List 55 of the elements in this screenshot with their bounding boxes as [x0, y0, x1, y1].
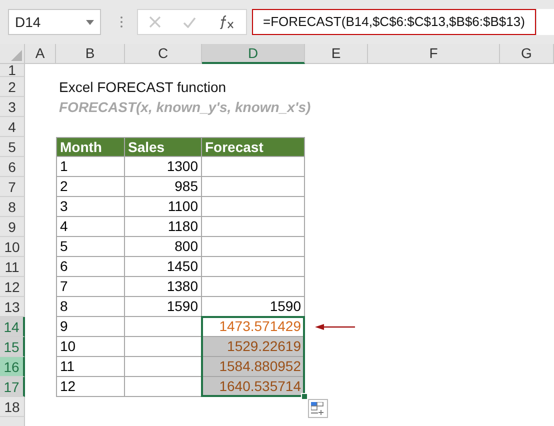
table-cell: 10	[56, 337, 125, 357]
function-syntax: FORECAST(x, known_y's, known_x's)	[58, 98, 312, 117]
table-cell: 4	[56, 217, 125, 237]
row-header[interactable]: 1	[0, 64, 25, 77]
arrow-icon	[315, 324, 355, 330]
row-header[interactable]: 7	[0, 177, 25, 197]
paste-options-icon[interactable]	[308, 399, 328, 418]
column-header[interactable]: A	[25, 44, 56, 64]
column-header[interactable]: G	[500, 44, 554, 64]
table-cell: 1	[56, 157, 125, 177]
column-header[interactable]: E	[305, 44, 368, 64]
column-header[interactable]: F	[368, 44, 500, 64]
row-header[interactable]: 11	[0, 257, 25, 277]
table-cell: 1584.880952	[202, 357, 305, 377]
table-cell: 11	[56, 357, 125, 377]
row-header[interactable]: 6	[0, 157, 25, 177]
cancel-icon[interactable]	[149, 16, 162, 28]
table-header-cell: Month	[56, 137, 125, 157]
formula-field[interactable]: =FORECAST(B14,$C$6:$C$13,$B$6:$B$13)	[252, 9, 536, 35]
column-header[interactable]: D	[202, 44, 305, 64]
row-header[interactable]: 8	[0, 197, 25, 217]
formula-bar-background	[537, 9, 554, 35]
table-cell: 3	[56, 197, 125, 217]
row-header[interactable]: 16	[0, 357, 25, 377]
table-cell: 5	[56, 237, 125, 257]
row-header[interactable]: 15	[0, 337, 25, 357]
column-header[interactable]: B	[56, 44, 125, 64]
table-cell: 1529.22619	[202, 337, 305, 357]
table-cell: 7	[56, 277, 125, 297]
select-all-icon[interactable]	[11, 50, 22, 61]
row-header[interactable]: 18	[0, 397, 25, 417]
table-cell: 2	[56, 177, 125, 197]
row-header[interactable]: 13	[0, 297, 25, 317]
drag-handle-icon[interactable]	[120, 16, 123, 28]
table-cell: 9	[56, 317, 125, 337]
function-icon[interactable]	[218, 15, 235, 29]
row-header[interactable]: 3	[0, 97, 25, 117]
sheet-title: Excel FORECAST function	[58, 78, 228, 96]
table-cell: 12	[56, 377, 125, 397]
row-header[interactable]: 17	[0, 377, 25, 397]
row-header[interactable]: 2	[0, 77, 25, 97]
row-header[interactable]: 9	[0, 217, 25, 237]
checkmark-icon[interactable]	[183, 16, 196, 28]
row-header[interactable]: 10	[0, 237, 25, 257]
column-header[interactable]: C	[125, 44, 202, 64]
name-box[interactable]: D14	[8, 9, 101, 35]
table-header-cell: Sales	[125, 137, 202, 157]
row-header[interactable]: 14	[0, 317, 25, 337]
row-header[interactable]: 5	[0, 137, 25, 157]
table-header-cell: Forecast	[202, 137, 305, 157]
dropdown-caret-icon	[86, 20, 94, 24]
table-cell: 8	[56, 297, 125, 317]
table-cell: 6	[56, 257, 125, 277]
row-header[interactable]: 12	[0, 277, 25, 297]
row-header[interactable]: 4	[0, 117, 25, 137]
